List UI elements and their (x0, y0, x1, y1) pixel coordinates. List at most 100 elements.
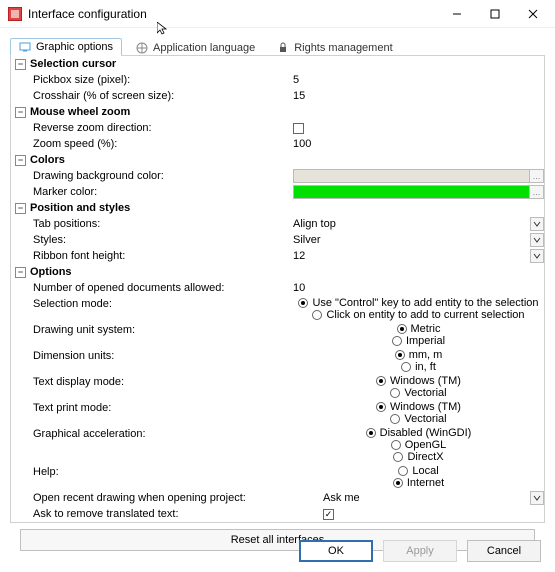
window-title: Interface configuration (28, 7, 439, 21)
label: Ask to remove translated text: (33, 508, 323, 520)
radio-text-print-vectorial[interactable]: Vectorial (390, 413, 446, 425)
radio-text-disp-windows[interactable]: Windows (TM) (376, 375, 461, 387)
row-help: Help: Local Internet (11, 464, 544, 490)
radio-click-entity[interactable]: Click on entity to add to current select… (312, 309, 524, 321)
radio-help-local[interactable]: Local (398, 465, 438, 477)
row-text-print: Text print mode: Windows (TM) Vectorial (11, 400, 544, 426)
group-position-styles: − Position and styles (11, 200, 544, 216)
value[interactable]: 100 (293, 138, 544, 150)
row-reverse-zoom: Reverse zoom direction: (11, 120, 544, 136)
tab-label: Application language (153, 42, 255, 54)
expand-button[interactable]: … (529, 186, 543, 198)
dropdown-value[interactable]: Ask me (323, 492, 530, 504)
row-selection-mode: Selection mode: Use "Control" key to add… (11, 296, 544, 322)
group-title: Colors (30, 154, 65, 166)
radio-control-key[interactable]: Use "Control" key to add entity to the s… (298, 297, 538, 309)
tab-rights-management[interactable]: Rights management (269, 40, 400, 56)
tab-application-language[interactable]: Application language (128, 40, 263, 56)
tab-graphic-options[interactable]: Graphic options (10, 38, 122, 56)
tab-label: Rights management (294, 42, 392, 54)
dropdown-value[interactable]: Silver (293, 234, 530, 246)
label: Number of opened documents allowed: (33, 282, 293, 294)
reverse-zoom-checkbox[interactable] (293, 123, 304, 134)
row-open-recent: Open recent drawing when opening project… (11, 490, 544, 506)
value[interactable]: 15 (293, 90, 544, 102)
value[interactable]: 5 (293, 74, 544, 86)
titlebar: Interface configuration (0, 0, 555, 28)
row-text-display: Text display mode: Windows (TM) Vectoria… (11, 374, 544, 400)
radio-metric[interactable]: Metric (397, 323, 441, 335)
tab-bar: Graphic options Application language Rig… (10, 34, 545, 56)
label: Drawing background color: (33, 170, 293, 182)
globe-icon (136, 42, 148, 54)
monitor-icon (19, 41, 31, 53)
row-dimension-units: Dimension units: mm, m in, ft (11, 348, 544, 374)
group-colors: − Colors (11, 152, 544, 168)
dropdown-value[interactable]: Align top (293, 218, 530, 230)
radio-imperial[interactable]: Imperial (392, 335, 445, 347)
maximize-button[interactable] (477, 2, 513, 26)
label: Drawing unit system: (33, 323, 293, 336)
minimize-button[interactable] (439, 2, 475, 26)
group-title: Mouse wheel zoom (30, 106, 130, 118)
label: Tab positions: (33, 218, 293, 230)
row-pickbox-size: Pickbox size (pixel): 5 (11, 72, 544, 88)
row-ask-remove: Ask to remove translated text: (11, 506, 544, 522)
collapse-toggle[interactable]: − (15, 155, 26, 166)
row-drawing-bg-color: Drawing background color: … (11, 168, 544, 184)
label: Marker color: (33, 186, 293, 198)
value[interactable]: 10 (293, 282, 544, 294)
row-ribbon-font: Ribbon font height: 12 (11, 248, 544, 264)
radio-in-ft[interactable]: in, ft (401, 361, 436, 373)
group-selection-cursor: − Selection cursor (11, 56, 544, 72)
group-title: Position and styles (30, 202, 130, 214)
radio-accel-opengl[interactable]: OpenGL (391, 439, 447, 451)
marker-color-swatch[interactable]: … (293, 185, 544, 199)
label: Open recent drawing when opening project… (33, 492, 323, 504)
label: Help: (33, 465, 293, 478)
cancel-button[interactable]: Cancel (467, 540, 541, 562)
dialog-footer: OK Apply Cancel (299, 540, 541, 562)
label: Ribbon font height: (33, 250, 293, 262)
label: Selection mode: (33, 297, 293, 310)
apply-button: Apply (383, 540, 457, 562)
row-drawing-unit: Drawing unit system: Metric Imperial (11, 322, 544, 348)
chevron-down-icon[interactable] (530, 491, 544, 505)
label: Graphical acceleration: (33, 427, 293, 440)
label: Text display mode: (33, 375, 293, 388)
chevron-down-icon[interactable] (530, 233, 544, 247)
close-button[interactable] (515, 2, 551, 26)
radio-text-print-windows[interactable]: Windows (TM) (376, 401, 461, 413)
group-title: Options (30, 266, 72, 278)
expand-button[interactable]: … (529, 170, 543, 182)
collapse-toggle[interactable]: − (15, 267, 26, 278)
label: Pickbox size (pixel): (33, 74, 293, 86)
row-tab-positions: Tab positions: Align top (11, 216, 544, 232)
chevron-down-icon[interactable] (530, 217, 544, 231)
lock-icon (277, 42, 289, 54)
radio-mm-m[interactable]: mm, m (395, 349, 443, 361)
row-marker-color: Marker color: … (11, 184, 544, 200)
chevron-down-icon[interactable] (530, 249, 544, 263)
row-graphical-accel: Graphical acceleration: Disabled (WinGDI… (11, 426, 544, 464)
collapse-toggle[interactable]: − (15, 59, 26, 70)
radio-accel-directx[interactable]: DirectX (393, 451, 443, 463)
radio-accel-disabled[interactable]: Disabled (WinGDI) (366, 427, 472, 439)
radio-text-disp-vectorial[interactable]: Vectorial (390, 387, 446, 399)
collapse-toggle[interactable]: − (15, 107, 26, 118)
collapse-toggle[interactable]: − (15, 203, 26, 214)
bg-color-swatch[interactable]: … (293, 169, 544, 183)
label: Text print mode: (33, 401, 293, 414)
row-styles: Styles: Silver (11, 232, 544, 248)
label: Styles: (33, 234, 293, 246)
row-open-docs: Number of opened documents allowed: 10 (11, 280, 544, 296)
row-crosshair-size: Crosshair (% of screen size): 15 (11, 88, 544, 104)
ok-button[interactable]: OK (299, 540, 373, 562)
group-mouse-wheel-zoom: − Mouse wheel zoom (11, 104, 544, 120)
dropdown-value[interactable]: 12 (293, 250, 530, 262)
tab-label: Graphic options (36, 41, 113, 53)
ask-remove-checkbox[interactable] (323, 509, 334, 520)
label: Zoom speed (%): (33, 138, 293, 150)
radio-help-internet[interactable]: Internet (393, 477, 444, 489)
group-title: Selection cursor (30, 58, 116, 70)
